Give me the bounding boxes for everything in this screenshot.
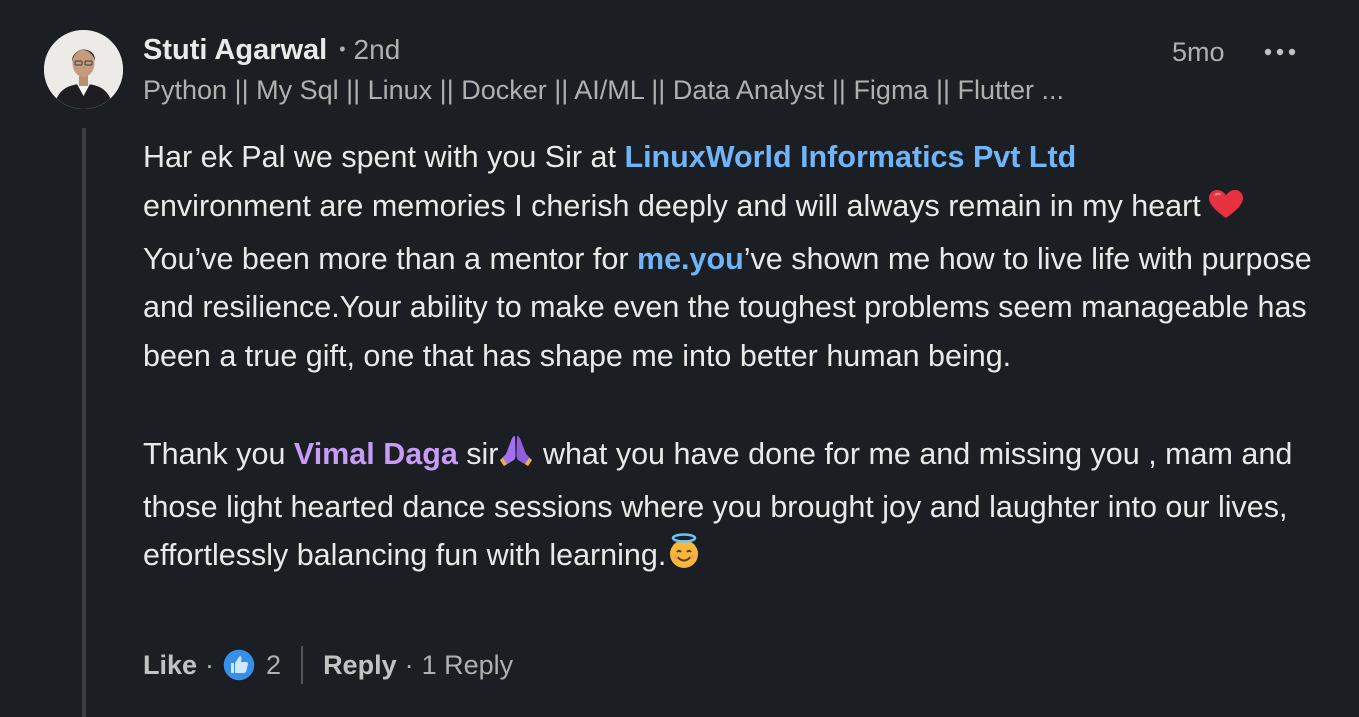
author-row: Stuti Agarwal 2nd — [143, 34, 400, 67]
paragraph-spacer — [143, 381, 1323, 430]
reply-count-link[interactable]: 1 Reply — [422, 650, 514, 681]
inline-link[interactable]: me.you — [637, 242, 744, 276]
profile-photo-icon — [44, 30, 123, 109]
author-headline: Python || My Sql || Linux || Docker || A… — [143, 75, 1065, 105]
comment-timestamp: 5mo — [1172, 37, 1225, 67]
body-text-segment: Thank you — [143, 436, 294, 471]
comment-body: Har ek Pal we spent with you Sir at Linu… — [143, 133, 1323, 584]
body-text-segment: Har ek Pal we spent with you Sir at — [143, 140, 625, 174]
ellipsis-icon — [1264, 48, 1296, 56]
red-heart-emoji-icon — [1209, 186, 1244, 235]
like-button[interactable]: Like — [143, 650, 197, 681]
author-name[interactable]: Stuti Agarwal — [143, 34, 327, 67]
company-mention-link[interactable]: LinuxWorld Informatics Pvt Ltd — [624, 140, 1076, 174]
comment-actions: Like · 2 Reply · 1 Reply — [143, 640, 513, 690]
comment-paragraph-1: Har ek Pal we spent with you Sir at Linu… — [143, 133, 1323, 381]
body-text-segment: You’ve been more than a mentor for — [143, 241, 637, 276]
reply-button[interactable]: Reply — [323, 650, 397, 681]
person-mention-link[interactable]: Vimal Daga — [294, 437, 458, 471]
separator-dot: · — [205, 649, 215, 680]
folded-hands-emoji-icon — [498, 434, 534, 483]
comment-card: Stuti Agarwal 2nd Python || My Sql || Li… — [0, 0, 1359, 717]
smiling-face-with-halo-emoji-icon — [666, 533, 702, 584]
comment-paragraph-2: Thank you Vimal Daga sir what you have d… — [143, 430, 1323, 584]
connection-degree: 2nd — [339, 34, 401, 66]
author-avatar[interactable] — [44, 30, 123, 109]
action-divider — [301, 646, 304, 684]
more-options-button[interactable] — [1262, 38, 1298, 66]
reaction-count[interactable]: 2 — [266, 650, 281, 681]
like-thumbs-up-icon — [222, 648, 256, 682]
body-text-segment: sir — [457, 436, 499, 471]
reaction-like-icon[interactable] — [222, 648, 256, 682]
body-text-segment: environment are memories I cherish deepl… — [143, 188, 1210, 223]
thread-line — [82, 128, 86, 717]
separator-dot: · — [404, 649, 414, 680]
